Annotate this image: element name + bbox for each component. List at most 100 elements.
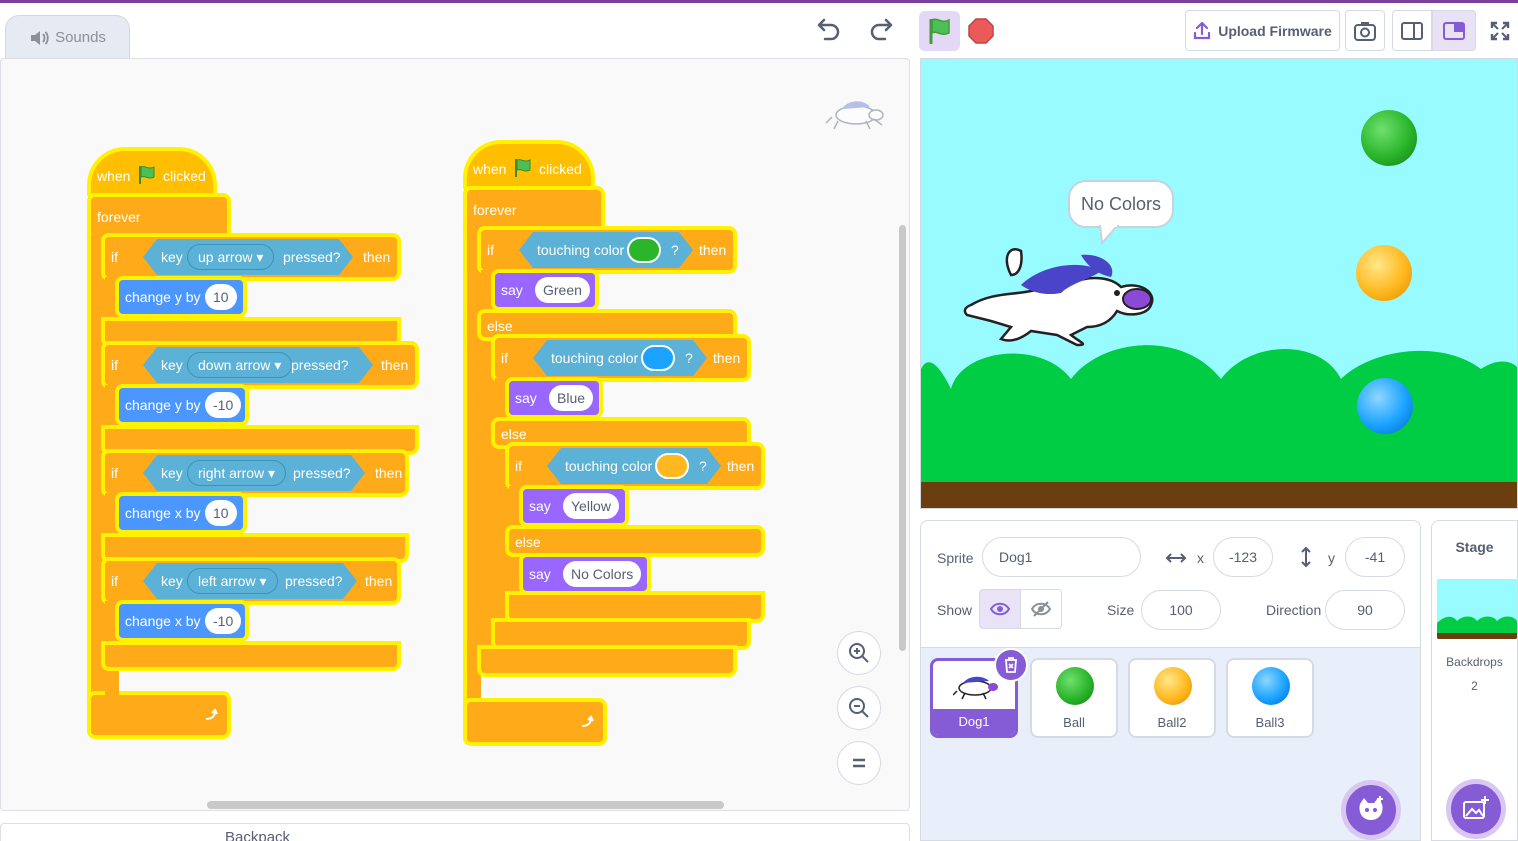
ball-green-sprite[interactable] bbox=[1361, 110, 1417, 166]
zoom-reset-button[interactable] bbox=[837, 741, 881, 785]
eye-slash-icon bbox=[1031, 601, 1051, 617]
key-dropdown-value: up arrow bbox=[198, 249, 253, 265]
backdrop-thumbnail[interactable] bbox=[1437, 579, 1517, 639]
upload-firmware-label: Upload Firmware bbox=[1218, 22, 1332, 39]
say-green-block[interactable]: say Green bbox=[495, 273, 595, 307]
ball-yellow-sprite[interactable] bbox=[1356, 245, 1412, 301]
show-hidden-button[interactable] bbox=[1020, 589, 1062, 629]
forever-block[interactable]: forever bbox=[467, 190, 601, 230]
small-stage-button[interactable] bbox=[1392, 10, 1432, 51]
dog-sprite[interactable] bbox=[961, 235, 1161, 347]
tab-sounds[interactable]: Sounds bbox=[5, 15, 130, 59]
else-bar: else bbox=[509, 529, 761, 553]
change-x-block[interactable]: change x by -10 bbox=[119, 604, 245, 638]
change-x-block[interactable]: change x by 10 bbox=[119, 496, 243, 530]
if-bottom bbox=[105, 537, 405, 559]
key-up-pressed-reporter[interactable]: key up arrow ▾ pressed? bbox=[143, 239, 353, 275]
hat-when-label: when bbox=[473, 161, 507, 177]
change-y-value[interactable]: 10 bbox=[205, 284, 237, 310]
undo-button[interactable] bbox=[812, 14, 844, 44]
if-touching-green-block[interactable]: if touching color ? then bbox=[481, 230, 733, 270]
key-dropdown-down[interactable]: down arrow ▾ bbox=[187, 352, 292, 378]
forever-block[interactable]: forever bbox=[91, 197, 227, 237]
zoom-out-button[interactable] bbox=[837, 686, 881, 730]
ball-yellow-thumbnail bbox=[1154, 667, 1192, 705]
upload-firmware-button[interactable]: Upload Firmware bbox=[1185, 10, 1340, 51]
show-visible-button[interactable] bbox=[979, 589, 1021, 629]
say-label: say bbox=[529, 566, 551, 582]
say-value[interactable]: No Colors bbox=[563, 561, 642, 587]
choose-backdrop-button[interactable] bbox=[1446, 779, 1506, 839]
x-input[interactable]: -123 bbox=[1213, 537, 1273, 577]
stop-button[interactable] bbox=[965, 15, 997, 47]
color-swatch-green[interactable] bbox=[627, 237, 661, 263]
if-touching-blue-block[interactable]: if touching color ? then bbox=[495, 338, 747, 378]
key-right-pressed-reporter[interactable]: key right arrow ▾ pressed? bbox=[143, 455, 365, 491]
touching-green-reporter[interactable]: touching color ? bbox=[519, 232, 693, 268]
stage-selector-panel[interactable]: Stage Backdrops 2 bbox=[1431, 520, 1518, 841]
if-left-block[interactable]: if key left arrow ▾ pressed? then bbox=[105, 561, 397, 601]
when-flag-clicked-hat[interactable]: when clicked bbox=[91, 151, 213, 197]
sprite-name-label: Sprite bbox=[937, 550, 974, 566]
delete-sprite-button[interactable] bbox=[994, 648, 1028, 682]
key-dropdown-left[interactable]: left arrow ▾ bbox=[187, 568, 278, 594]
key-dropdown-up[interactable]: up arrow ▾ bbox=[187, 244, 274, 270]
direction-input[interactable]: 90 bbox=[1325, 590, 1405, 630]
change-x-label: change x by bbox=[125, 613, 201, 629]
size-value: 100 bbox=[1169, 602, 1193, 618]
green-flag-button[interactable] bbox=[919, 11, 960, 51]
sprite-tile-ball3[interactable]: Ball3 bbox=[1226, 658, 1314, 738]
if-touching-yellow-block[interactable]: if touching color ? then bbox=[509, 446, 761, 486]
else-label: else bbox=[515, 534, 541, 550]
hat-clicked-label: clicked bbox=[539, 161, 582, 177]
key-left-pressed-reporter[interactable]: key left arrow ▾ pressed? bbox=[143, 563, 357, 599]
pressed-label: pressed? bbox=[291, 357, 349, 373]
key-down-pressed-reporter[interactable]: key down arrow ▾ pressed? bbox=[143, 347, 373, 383]
else-bar: else bbox=[481, 313, 733, 337]
else-label: else bbox=[487, 318, 513, 334]
zoom-in-button[interactable] bbox=[837, 631, 881, 675]
code-vertical-scrollbar[interactable] bbox=[899, 225, 906, 651]
code-horizontal-scrollbar[interactable] bbox=[207, 801, 724, 809]
fullscreen-button[interactable] bbox=[1482, 10, 1518, 51]
say-value[interactable]: Yellow bbox=[563, 493, 619, 519]
change-y-block[interactable]: change y by 10 bbox=[119, 280, 243, 314]
color-swatch-blue[interactable] bbox=[641, 345, 675, 371]
if-down-block[interactable]: if key down arrow ▾ pressed? then bbox=[105, 345, 415, 385]
sprite-tile-ball2[interactable]: Ball2 bbox=[1128, 658, 1216, 738]
if-bottom bbox=[105, 645, 397, 667]
key-dropdown-right[interactable]: right arrow ▾ bbox=[187, 460, 286, 486]
ball-blue-sprite[interactable] bbox=[1357, 378, 1413, 434]
if-up-block[interactable]: if key up arrow ▾ pressed? then bbox=[105, 237, 397, 277]
say-value[interactable]: Green bbox=[535, 277, 590, 303]
say-value[interactable]: Blue bbox=[549, 385, 594, 411]
change-x-value[interactable]: 10 bbox=[205, 500, 237, 526]
say-no-colors-block[interactable]: say No Colors bbox=[523, 557, 647, 591]
color-swatch-yellow[interactable] bbox=[655, 453, 689, 479]
y-input[interactable]: -41 bbox=[1345, 537, 1405, 577]
redo-button[interactable] bbox=[866, 14, 898, 44]
screenshot-button[interactable] bbox=[1345, 10, 1385, 51]
backpack-panel[interactable]: Backpack bbox=[0, 823, 910, 841]
speech-bubble: No Colors bbox=[1068, 180, 1174, 228]
touching-yellow-reporter[interactable]: touching color ? bbox=[547, 448, 721, 484]
sprite-info-panel: Sprite Dog1 x -123 y -41 Show Size 100 D… bbox=[920, 520, 1421, 841]
size-input[interactable]: 100 bbox=[1141, 590, 1221, 630]
then-label: then bbox=[363, 249, 391, 265]
sprite-tile-ball[interactable]: Ball bbox=[1030, 658, 1118, 738]
say-yellow-block[interactable]: say Yellow bbox=[523, 489, 625, 523]
change-y-block[interactable]: change y by -10 bbox=[119, 388, 245, 422]
code-workspace[interactable]: when clicked forever if key up arrow ▾ p… bbox=[0, 58, 910, 811]
choose-sprite-button[interactable] bbox=[1341, 780, 1401, 840]
large-stage-button[interactable] bbox=[1432, 10, 1476, 51]
stage-canvas[interactable]: No Colors bbox=[920, 58, 1518, 509]
sprite-name-input[interactable]: Dog1 bbox=[982, 537, 1141, 577]
when-flag-clicked-hat[interactable]: when clicked bbox=[467, 144, 591, 190]
say-blue-block[interactable]: say Blue bbox=[509, 381, 599, 415]
change-y-value[interactable]: -10 bbox=[205, 392, 242, 418]
pressed-label: pressed? bbox=[293, 465, 351, 481]
touching-blue-reporter[interactable]: touching color ? bbox=[533, 340, 707, 376]
if-right-block[interactable]: if key right arrow ▾ pressed? then bbox=[105, 453, 405, 493]
change-x-value[interactable]: -10 bbox=[205, 608, 242, 634]
pressed-label: pressed? bbox=[283, 249, 341, 265]
